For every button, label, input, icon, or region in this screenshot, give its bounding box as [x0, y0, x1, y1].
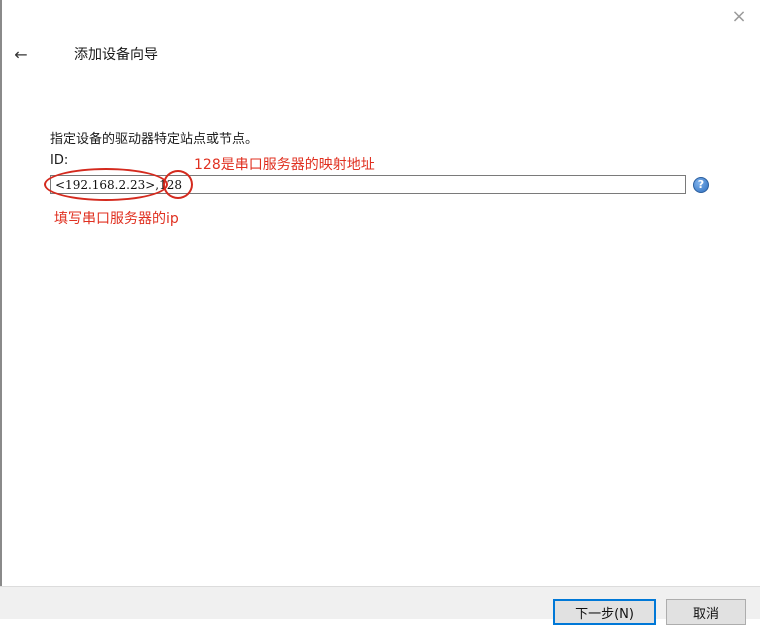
annotation-port-note: 128是串口服务器的映射地址	[194, 157, 375, 173]
annotation-ip-ellipse	[44, 168, 168, 201]
cancel-button[interactable]: 取消	[666, 599, 746, 625]
next-button[interactable]: 下一步(N)	[553, 599, 656, 625]
help-icon[interactable]: ?	[693, 177, 709, 193]
page-title: 添加设备向导	[74, 47, 158, 63]
window-left-border	[0, 0, 2, 618]
annotation-port-ellipse	[163, 170, 193, 199]
close-icon[interactable]: ×	[726, 4, 752, 28]
instruction-text: 指定设备的驱动器特定站点或节点。	[50, 132, 259, 147]
back-arrow-icon[interactable]: ←	[10, 44, 32, 64]
annotation-ip-note: 填写串口服务器的ip	[54, 211, 179, 227]
id-label: ID:	[50, 153, 69, 168]
